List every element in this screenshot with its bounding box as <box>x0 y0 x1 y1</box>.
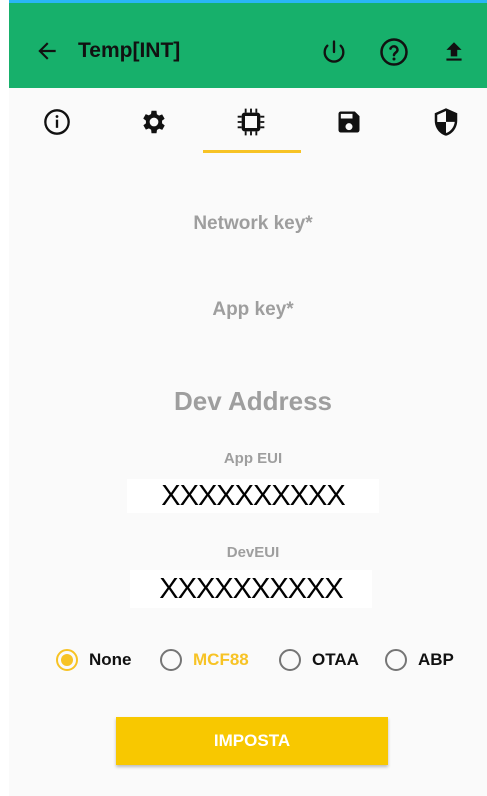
upload-icon[interactable] <box>435 33 473 71</box>
chip-icon <box>237 108 265 136</box>
help-circle-icon[interactable] <box>375 33 413 71</box>
radio-mcf88-label: MCF88 <box>193 650 249 669</box>
tab-bar <box>9 88 487 156</box>
dev-eui-field[interactable]: XXXXXXXXXX <box>130 570 372 608</box>
radio-none-label: None <box>89 650 132 669</box>
dev-address-label: Dev Address <box>174 386 332 416</box>
tab-settings[interactable] <box>106 88 202 156</box>
arrow-left-icon[interactable] <box>29 33 65 69</box>
radio-otaa[interactable]: OTAA <box>279 645 359 675</box>
radio-checked-icon <box>56 649 78 671</box>
radio-abp-label: ABP <box>418 650 454 669</box>
radio-abp[interactable]: ABP <box>385 645 454 675</box>
network-key-label: Network key* <box>193 213 313 234</box>
info-icon <box>44 109 70 135</box>
gear-icon <box>143 110 165 134</box>
power-icon[interactable] <box>315 33 353 71</box>
radio-none[interactable]: None <box>56 645 132 675</box>
radio-otaa-label: OTAA <box>312 650 359 669</box>
app-bar: Temp[INT] <box>9 3 487 88</box>
radio-unchecked-icon <box>160 649 182 671</box>
selected-tab-indicator <box>203 150 301 153</box>
shield-icon <box>434 108 458 136</box>
dev-eui-label: DevEUI <box>226 544 280 561</box>
radio-unchecked-icon <box>279 649 301 671</box>
app-eui-field[interactable]: XXXXXXXXXX <box>127 479 379 513</box>
save-icon <box>338 111 360 133</box>
app-eui-label: App EUI <box>223 450 283 467</box>
tab-save[interactable] <box>301 88 397 156</box>
tab-chip[interactable] <box>203 88 299 156</box>
radio-unchecked-icon <box>385 649 407 671</box>
radio-mcf88[interactable]: MCF88 <box>160 645 249 675</box>
imposta-button[interactable]: IMPOSTA <box>116 717 388 765</box>
tab-info[interactable] <box>9 88 105 156</box>
tab-security[interactable] <box>398 88 487 156</box>
page-title: Temp[INT] <box>78 39 181 62</box>
app-key-label: App key* <box>212 299 294 320</box>
